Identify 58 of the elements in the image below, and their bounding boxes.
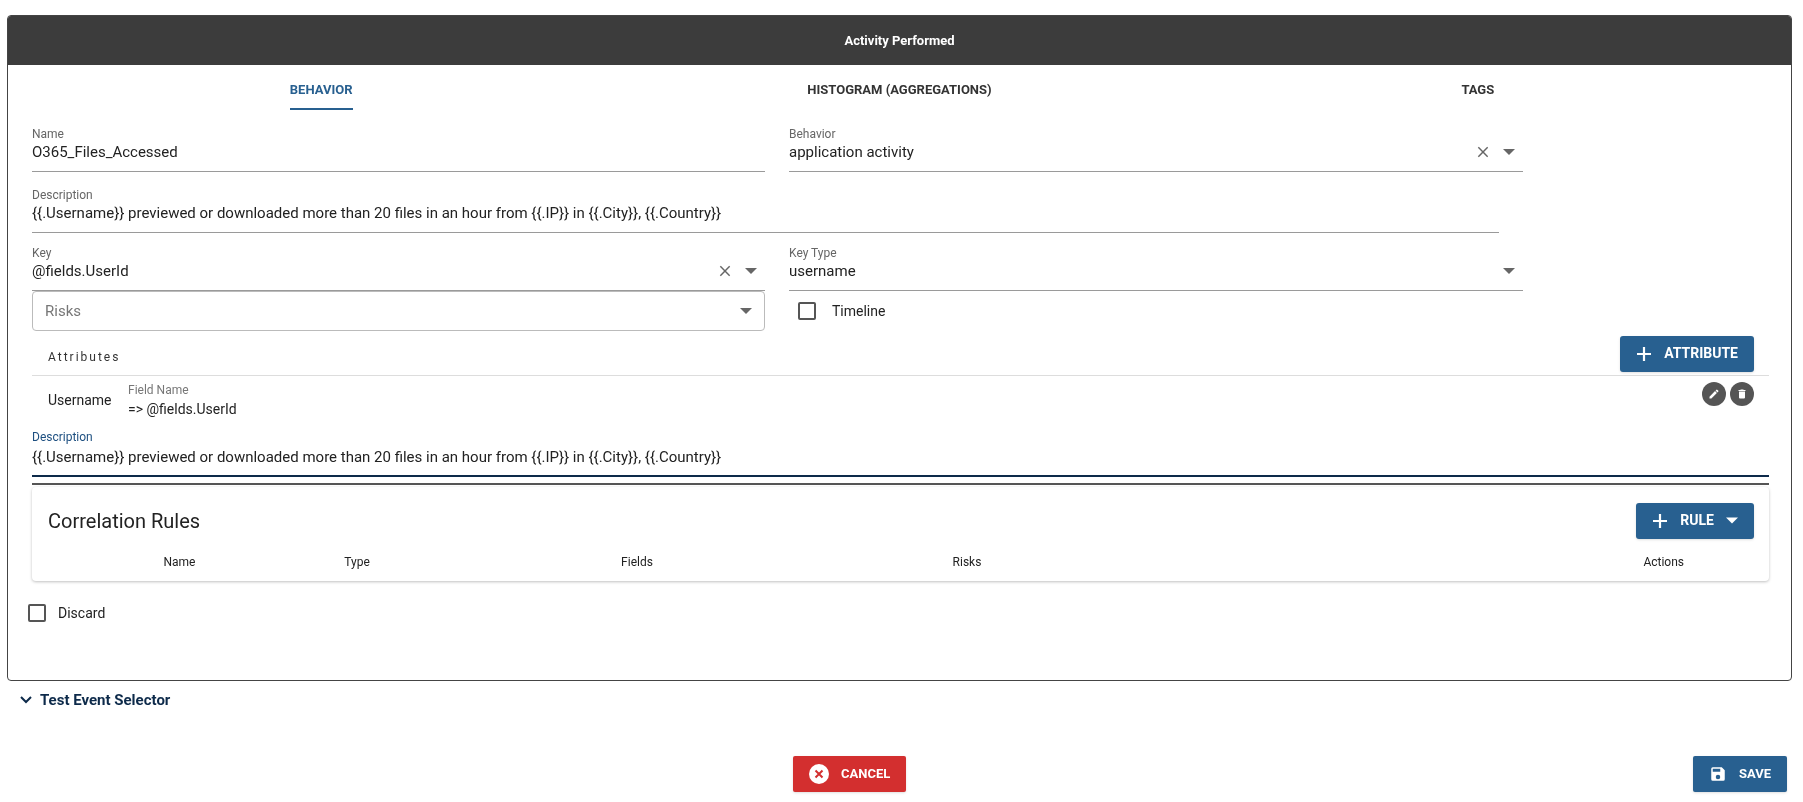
text-field[interactable]: Key @fields.UserId bbox=[32, 245, 765, 291]
field-value: application activity bbox=[789, 142, 915, 162]
column-header: Name bbox=[163, 554, 196, 569]
text-field[interactable]: Description {{.Username}} previewed or downloaded more than 20 files in an hour from {{.IP}} in {{.City}}, {{.Country}} bbox=[32, 187, 1499, 233]
field-label: Key Type bbox=[789, 245, 838, 261]
text-field[interactable]: Key Type username bbox=[789, 245, 1523, 291]
caret-icon bbox=[1726, 517, 1738, 524]
dropdown-caret-icon[interactable] bbox=[1503, 267, 1515, 275]
trash-icon bbox=[1736, 388, 1748, 400]
cancel-circle-icon bbox=[809, 764, 829, 784]
text-field[interactable]: Behavior application activity bbox=[789, 126, 1523, 172]
field-label: Key bbox=[32, 245, 53, 261]
plus-icon bbox=[1636, 345, 1653, 362]
field-value: => @fields.UserId bbox=[128, 399, 238, 419]
field-label: Field Name bbox=[128, 381, 190, 399]
window-title: Activity Performed bbox=[844, 31, 955, 50]
column-header: Risks bbox=[952, 554, 982, 569]
section-title: Correlation Rules bbox=[48, 507, 201, 535]
field-label: Behavior bbox=[789, 126, 837, 142]
field-label: Description bbox=[32, 429, 94, 446]
field-value: {{.Username}} previewed or downloaded more than 20 files in an hour from {{.IP}} in {{.City}}, {{.Country}} bbox=[32, 203, 723, 223]
description-field[interactable]: Description {{.Username}} previewed or downloaded more than 20 files in an hour from {{.IP}} in {{.City}}, {{.Country}} bbox=[32, 428, 1769, 477]
delete-button[interactable] bbox=[1730, 382, 1754, 406]
edit-button[interactable] bbox=[1702, 382, 1726, 406]
field-value: username bbox=[789, 261, 857, 281]
placeholder-text: Risks bbox=[45, 300, 82, 322]
add-rule-button[interactable]: RULE bbox=[1636, 502, 1754, 539]
cancel-button[interactable]: CANCEL bbox=[793, 756, 907, 792]
pencil-icon bbox=[1708, 388, 1720, 400]
add-attribute-button[interactable]: ATTRIBUTE bbox=[1620, 335, 1754, 372]
chevron-down-icon bbox=[20, 696, 32, 705]
field-value: O365_Files_Accessed bbox=[32, 142, 179, 162]
test-event-selector-toggle[interactable]: Test Event Selector bbox=[20, 689, 171, 712]
field-value: @fields.UserId bbox=[32, 261, 130, 281]
checkbox[interactable] bbox=[798, 302, 816, 320]
tab[interactable]: BEHAVIOR bbox=[289, 79, 353, 110]
tab[interactable]: HISTOGRAM (AGGREGATIONS) bbox=[807, 79, 992, 110]
clear-icon[interactable] bbox=[717, 263, 733, 279]
risks-select[interactable]: Risks bbox=[32, 291, 765, 331]
checkbox-label: Timeline bbox=[832, 301, 886, 321]
dropdown-caret-icon[interactable] bbox=[745, 267, 757, 275]
save-button[interactable]: SAVE bbox=[1693, 756, 1788, 792]
column-header: Type bbox=[344, 554, 370, 569]
plus-icon bbox=[1652, 512, 1669, 529]
checkbox-label: Discard bbox=[58, 603, 106, 623]
column-header: Fields bbox=[621, 554, 653, 569]
checkbox[interactable] bbox=[28, 604, 46, 622]
dropdown-caret-icon[interactable] bbox=[1503, 148, 1515, 156]
column-header: Actions bbox=[1643, 554, 1684, 569]
text-field[interactable]: Name O365_Files_Accessed bbox=[32, 126, 765, 172]
section-title: Attributes bbox=[48, 348, 121, 366]
attribute-name: Username bbox=[48, 390, 113, 410]
field-value: {{.Username}} previewed or downloaded more than 20 files in an hour from {{.IP}} in {{.City}}, {{.Country}} bbox=[32, 447, 723, 468]
tab[interactable]: TAGS bbox=[1461, 79, 1495, 110]
field-label: Name bbox=[32, 126, 65, 142]
dropdown-caret-icon[interactable] bbox=[740, 307, 752, 315]
field-label: Description bbox=[32, 187, 94, 203]
clear-icon[interactable] bbox=[1475, 144, 1491, 160]
